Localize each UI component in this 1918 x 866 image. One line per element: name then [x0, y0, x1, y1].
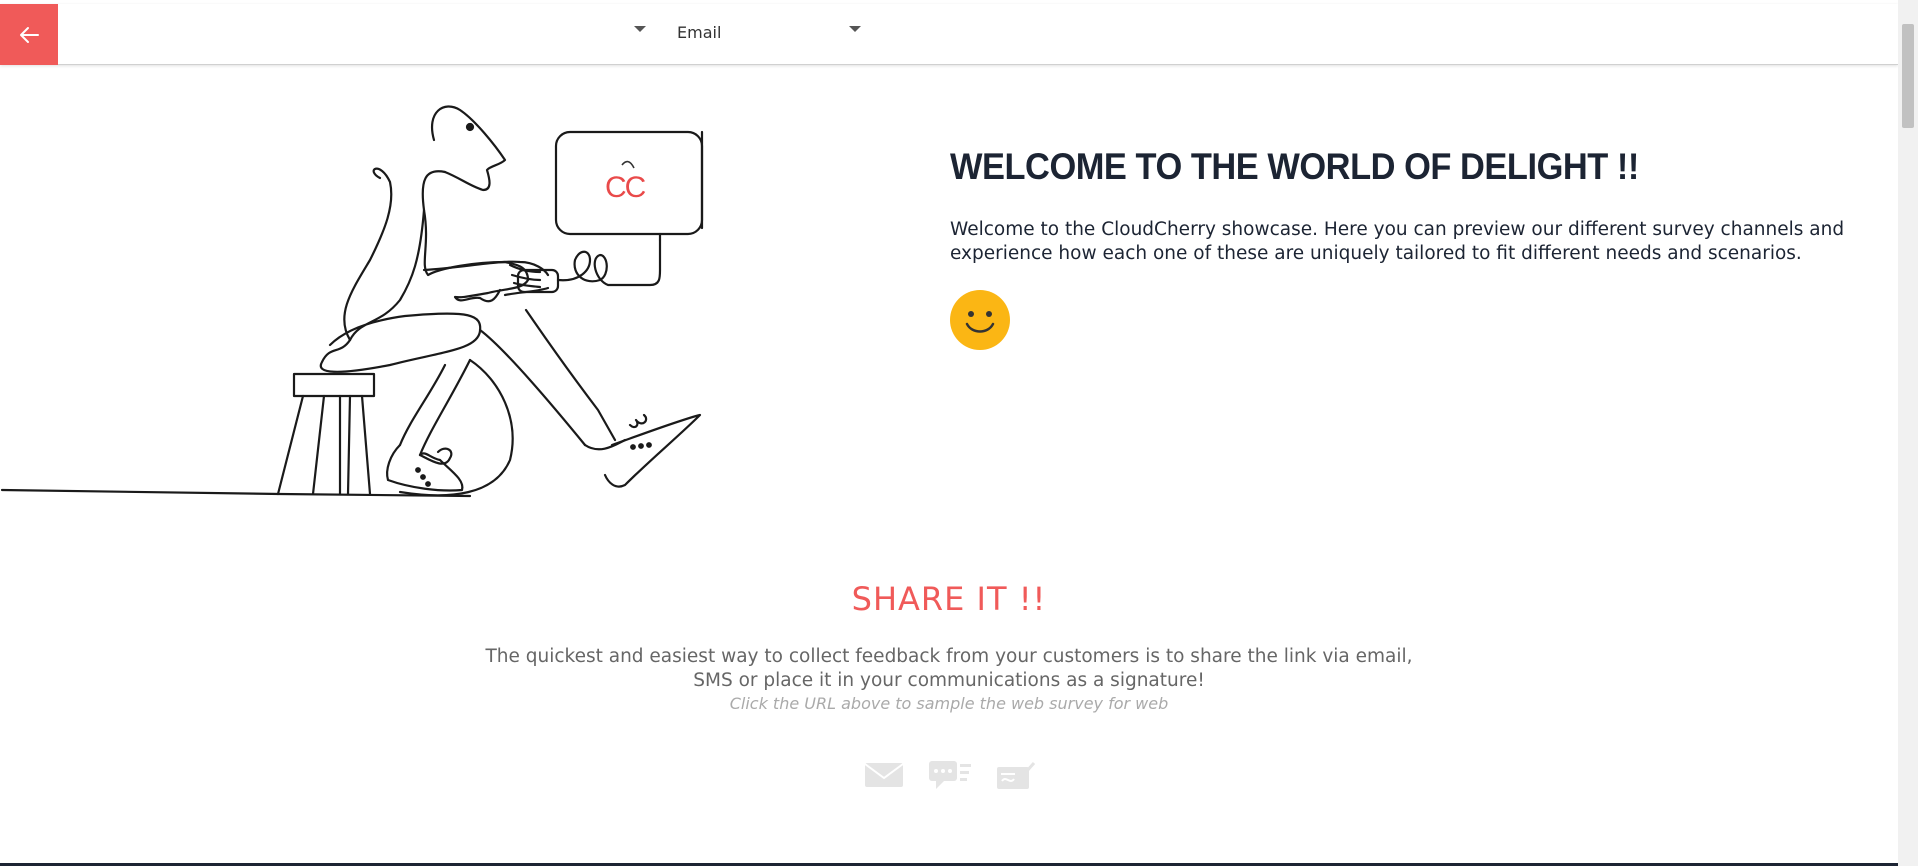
share-description: The quickest and easiest way to collect … [485, 646, 1413, 691]
share-hint: Click the URL above to sample the web su… [729, 694, 1169, 713]
welcome-title: WELCOME TO THE WORLD OF DELIGHT !! [950, 146, 1639, 187]
signature-icon[interactable] [996, 759, 1036, 791]
top-bar: Email [0, 4, 1898, 65]
share-channel-icons [864, 757, 1044, 793]
email-icon[interactable] [864, 761, 904, 789]
smiley-icon [950, 290, 1010, 350]
chevron-down-icon[interactable] [849, 26, 861, 32]
share-title: SHARE IT !! [851, 580, 1047, 618]
scrollbar[interactable] [1898, 0, 1918, 866]
scrollbar-thumb[interactable] [1902, 24, 1914, 128]
channel-select[interactable]: Email [677, 20, 867, 46]
person-at-computer-illustration: CC [0, 105, 704, 498]
back-button[interactable] [0, 4, 58, 65]
chevron-down-icon[interactable] [634, 26, 646, 32]
welcome-description: Welcome to the CloudCherry showcase. Her… [950, 219, 1845, 264]
arrow-left-icon [20, 26, 39, 43]
cc-logo-icon: CC [605, 171, 646, 204]
sms-icon[interactable] [928, 759, 972, 791]
